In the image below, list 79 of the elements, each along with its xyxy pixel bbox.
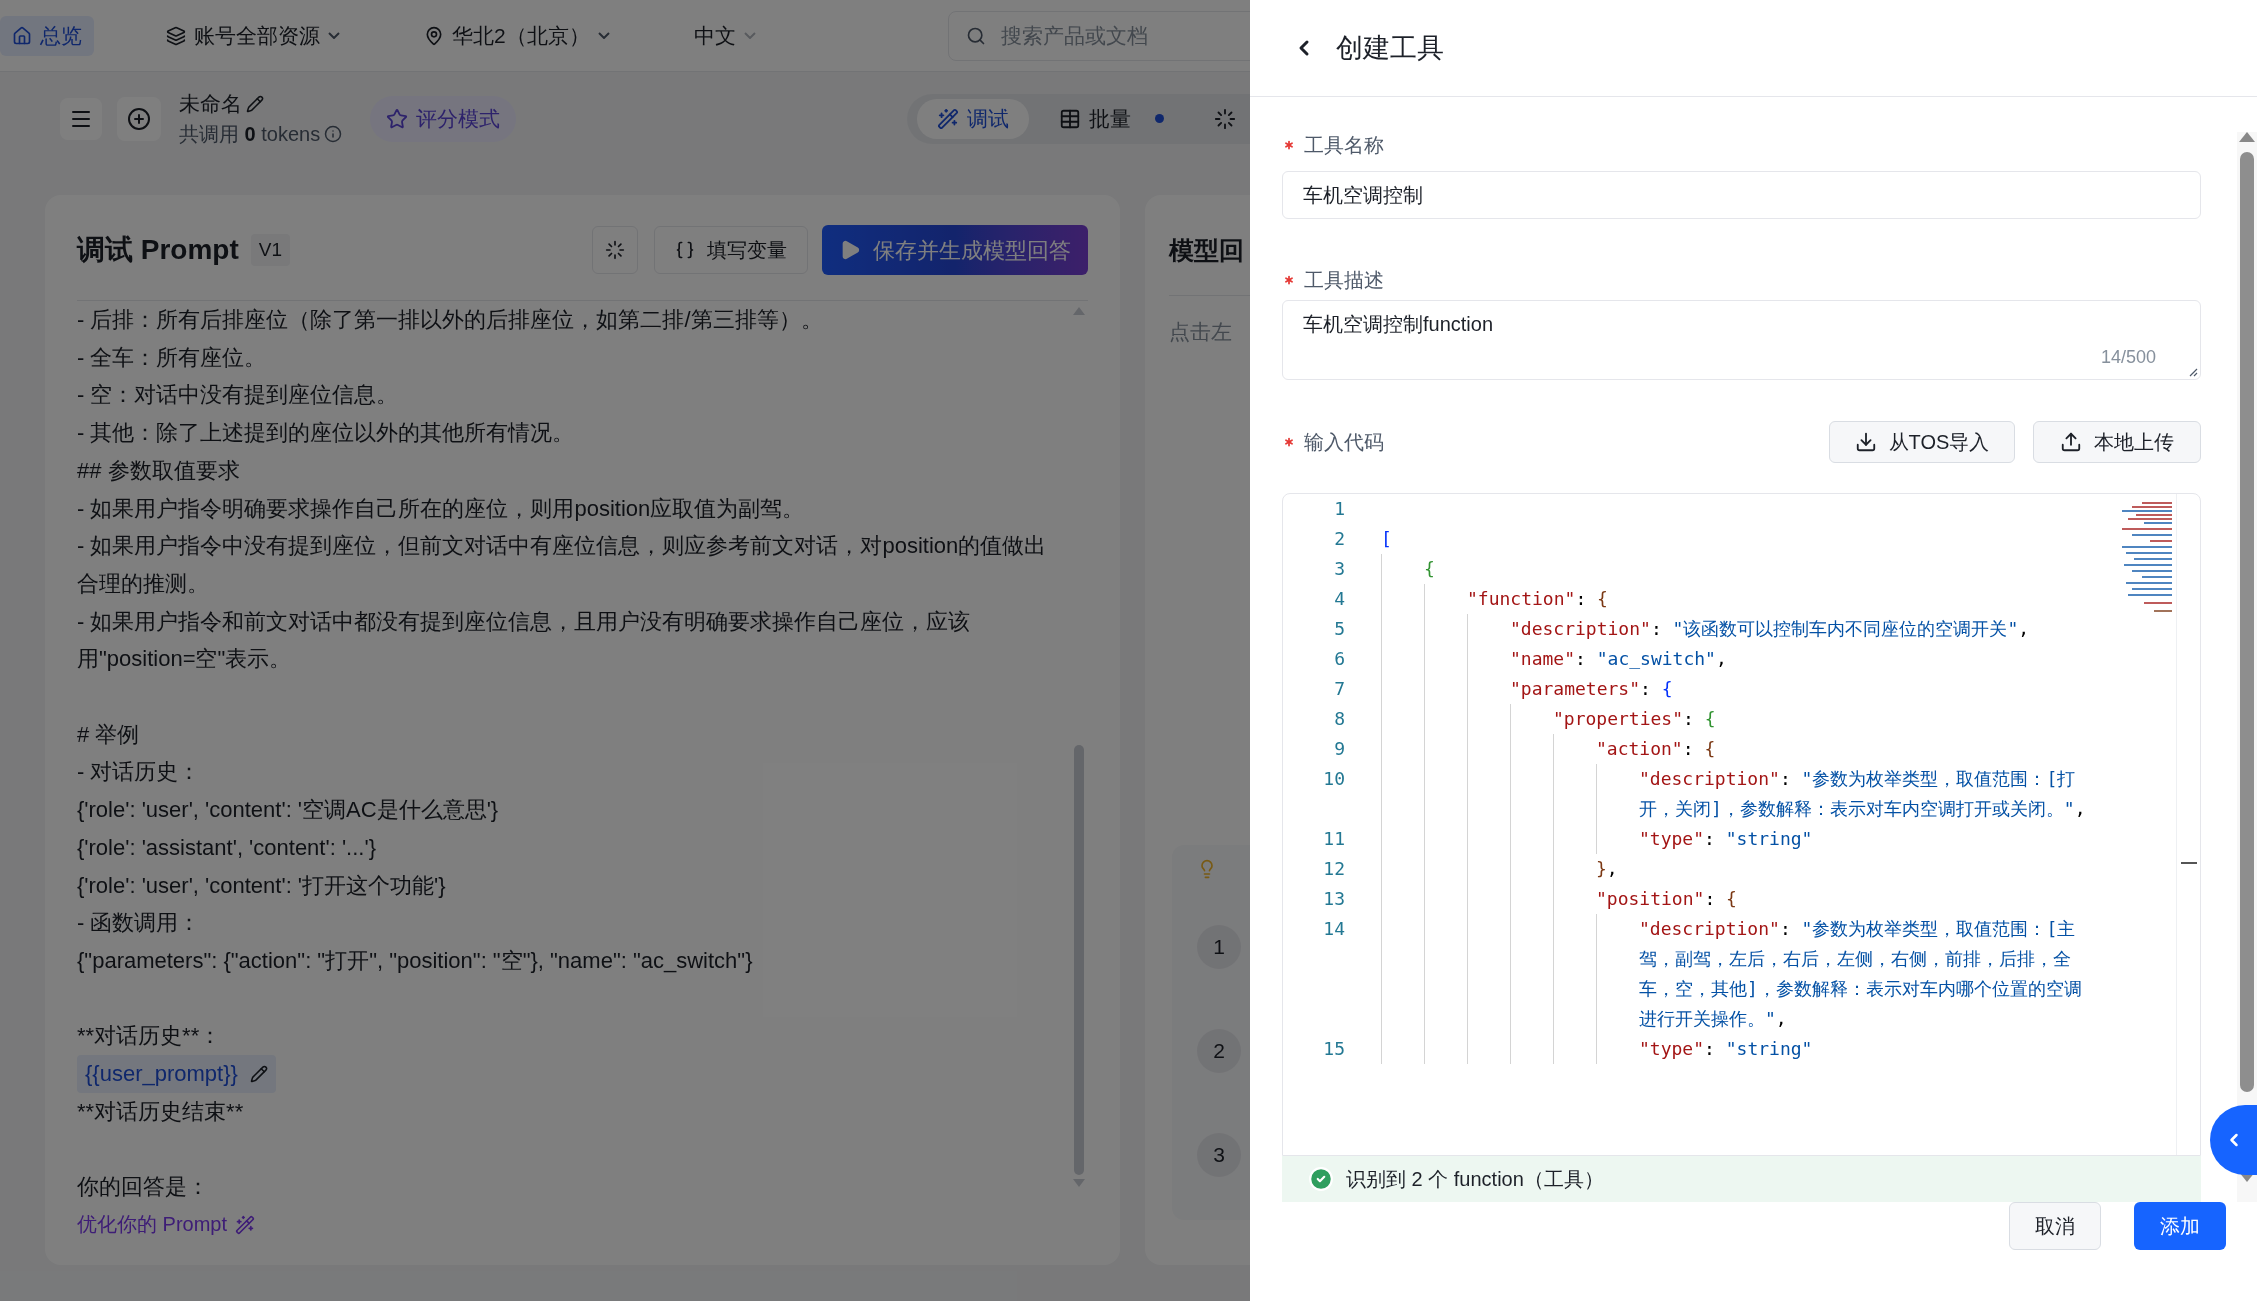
field-label: 工具名称 (1304, 133, 1384, 158)
code-line: "function": { (1467, 587, 1609, 611)
add-button[interactable]: 添加 (2134, 1202, 2226, 1250)
import-button[interactable]: 从TOS导入 (1829, 421, 2015, 463)
version-tag: V1 (250, 234, 291, 266)
nav-item[interactable]: 账号全部资源 (154, 15, 352, 56)
panel-title: 调试 Prompt (77, 233, 239, 267)
description-text: 车机空调控制function (1303, 313, 1494, 335)
code-line: }, (1596, 857, 1619, 881)
step-number: 3 (1197, 1133, 1241, 1177)
upload-button[interactable]: 本地上传 (2033, 421, 2201, 463)
prompt-line: - 如果用户指令和前文对话中都没有提到座位信息，且用户没有明确要求操作自己座位，应该用"position=空"表示。 (77, 607, 972, 674)
view-tab[interactable]: 批量 (1039, 98, 1185, 139)
code-line: "description": "参数为枚举类型，取值范围：[打开，关闭]，参数解释：表示对车内空调打开或关闭。", (1639, 767, 2087, 821)
prompt-line: 你的回答是： (77, 1173, 210, 1202)
prompt-line: - 如果用户指令明确要求操作自己所在的座位，则用position应取值为副驾。 (77, 494, 806, 523)
code-line: "action": { (1596, 737, 1717, 761)
step-number: 1 (1197, 925, 1241, 969)
nav-item[interactable]: 总览 (0, 15, 94, 56)
code-line: "type": "string" (1639, 827, 1814, 851)
line-number: 8 (1333, 707, 1345, 731)
line-number: 13 (1322, 887, 1345, 911)
prompt-line: ## 参数取值要求 (77, 456, 241, 485)
line-number: 7 (1333, 677, 1345, 701)
prompt-line: - 空：对话中没有提到座位信息。 (77, 381, 400, 410)
prompt-line: - 函数调用： (77, 909, 202, 938)
variable-chip[interactable]: {{user_prompt}} (77, 1055, 276, 1093)
char-counter: 14/500 (2100, 346, 2156, 369)
line-number: 4 (1333, 587, 1345, 611)
line-number: 9 (1333, 737, 1345, 761)
prompt-line: # 举例 (77, 720, 141, 749)
hint-text: 点击左 (1169, 318, 1233, 345)
line-number: 3 (1333, 557, 1345, 581)
prompt-line: {'role': 'user', 'content': '空调AC是什么意思'} (77, 796, 500, 825)
step-number: 2 (1197, 1029, 1241, 1073)
code-line: { (1424, 557, 1436, 581)
description-textarea[interactable]: 车机空调控制function 14/500 (1282, 300, 2201, 380)
panel-title: 模型回 (1169, 235, 1245, 266)
prompt-line: **对话历史结束** (77, 1097, 245, 1126)
line-number: 2 (1333, 527, 1345, 551)
prompt-line: - 对话历史： (77, 758, 202, 787)
code-line: "description": "该函数可以控制车内不同座位的空调开关", (1510, 617, 2031, 641)
code-line: "parameters": { (1510, 677, 1674, 701)
fill-variables-button[interactable]: 填写变量 (654, 226, 808, 274)
prompt-line: {'role': 'assistant', 'content': '...'} (77, 833, 377, 862)
line-number: 6 (1333, 647, 1345, 671)
line-number: 12 (1322, 857, 1345, 881)
field-label: 工具描述 (1304, 268, 1384, 293)
name-input[interactable]: 车机空调控制 (1282, 171, 2201, 219)
prompt-line: - 其他：除了上述提到的座位以外的其他所有情况。 (77, 419, 576, 448)
line-number: 15 (1322, 1037, 1345, 1061)
usage-text: 共调用 0 tokens (179, 122, 321, 148)
code-line: "name": "ac_switch", (1510, 647, 1728, 671)
code-line: "type": "string" (1639, 1037, 1814, 1061)
code-line: [ (1381, 527, 1393, 551)
view-tab[interactable]: 调试 (917, 98, 1030, 139)
line-number: 10 (1322, 767, 1345, 791)
status-text: 识别到 2 个 function（工具） (1346, 1167, 1604, 1192)
optimize-link[interactable]: 优化你的 Prompt (77, 1205, 1063, 1244)
code-line: "position": { (1596, 887, 1738, 911)
cancel-button[interactable]: 取消 (2009, 1202, 2101, 1250)
prompt-line: **对话历史**： (77, 1022, 223, 1051)
nav-item[interactable]: 华北2（北京） (412, 15, 622, 56)
prompt-line: - 后排：所有后排座位（除了第一排以外的后排座位，如第二排/第三排等）。 (77, 306, 824, 334)
run-button[interactable]: 保存并生成模型回答 (822, 225, 1088, 275)
mode-button[interactable]: 评分模式 (370, 95, 517, 142)
nav-item[interactable]: 中文 (681, 15, 768, 56)
line-number: 14 (1322, 917, 1345, 941)
prompt-line: {"parameters": {"action": "打开", "position": "空"}, "name": "ac_switch"} (77, 946, 754, 975)
project-name: 未命名 (179, 90, 242, 117)
line-number: 5 (1333, 617, 1345, 641)
prompt-line: - 全车：所有座位。 (77, 343, 268, 372)
code-line: "description": "参数为枚举类型，取值范围：[主驾，副驾，左后，右后，左侧，右侧，前排，后排，全车，空，其他]，参数解释：表示对车内哪个位置的空调进行开关操作。", (1639, 917, 2083, 1031)
field-label: 输入代码 (1304, 430, 1384, 455)
line-number: 11 (1322, 827, 1345, 851)
prompt-line: - 如果用户指令中没有提到座位，但前文对话中有座位信息，则应参考前文对话，对position的值做出合理的推测。 (77, 532, 1048, 598)
prompt-line: {'role': 'user', 'content': '打开这个功能'} (77, 871, 447, 900)
code-line: "properties": { (1553, 707, 1717, 731)
line-number: 1 (1333, 497, 1345, 521)
